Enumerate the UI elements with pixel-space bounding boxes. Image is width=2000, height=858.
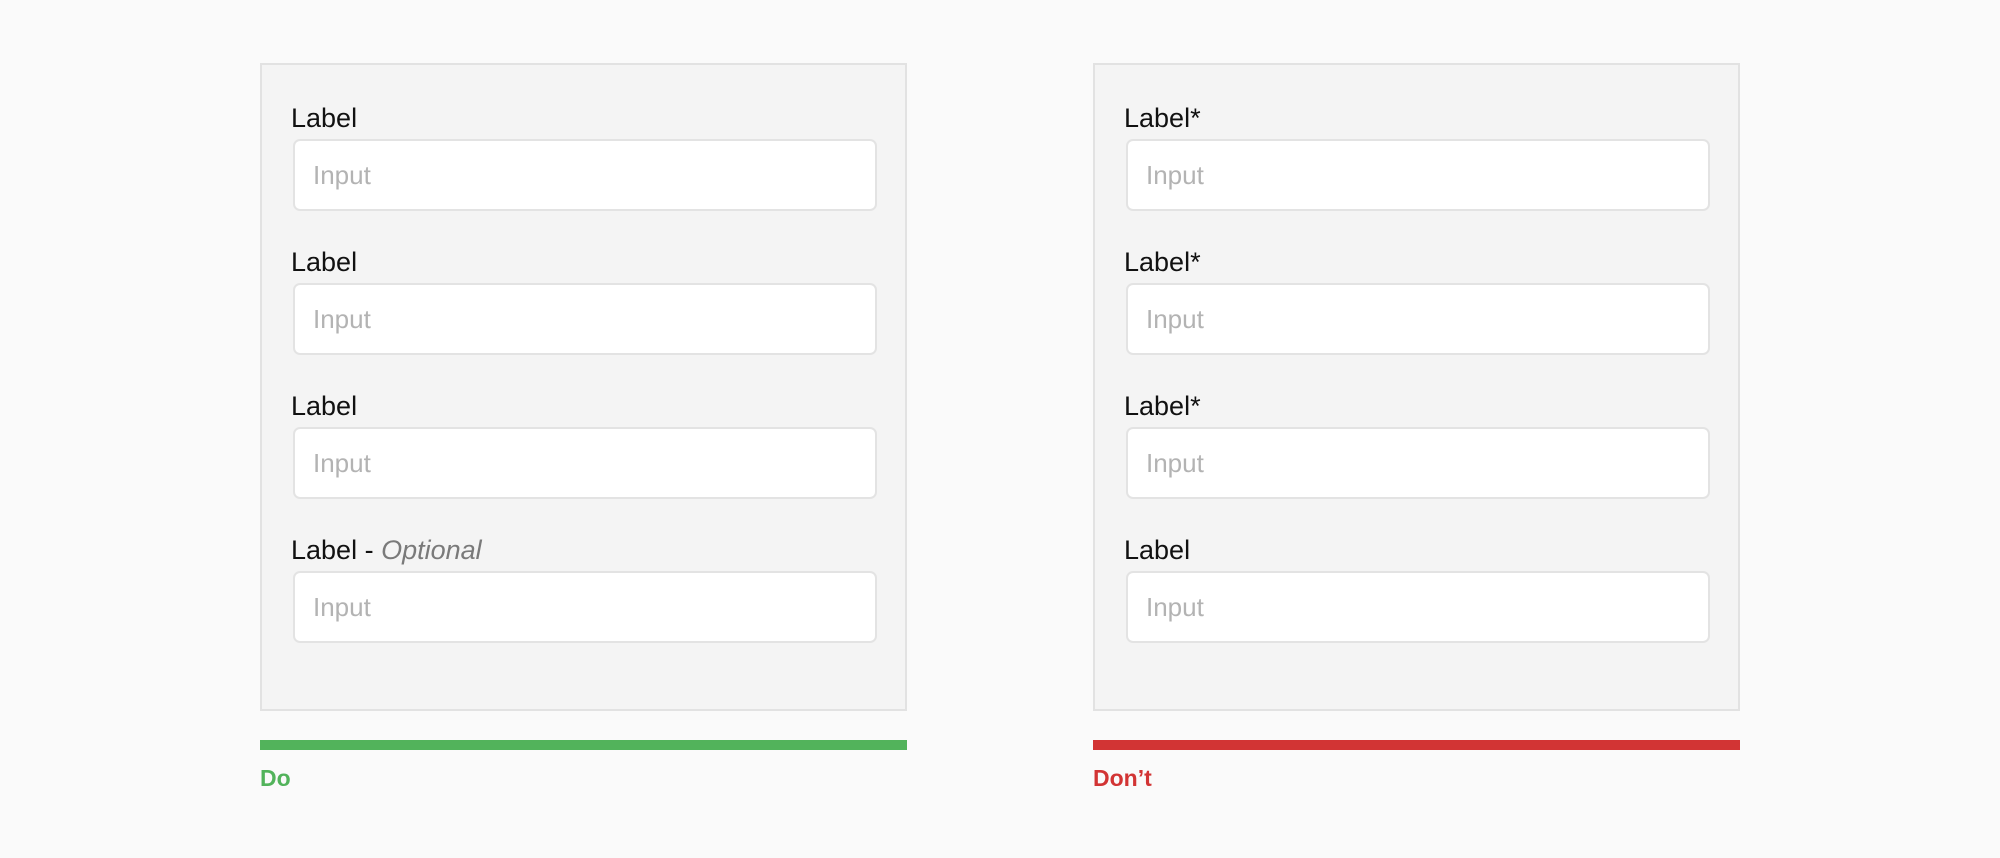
- form-field: Label: [291, 102, 877, 211]
- field-label: Label*: [1124, 247, 1201, 277]
- do-caption: Do: [260, 765, 291, 791]
- form-field: Label: [291, 390, 877, 499]
- field-label: Label: [1124, 535, 1191, 565]
- dont-example: Label* Label* Label* Label Don’t: [1093, 63, 1740, 792]
- label-separator: -: [357, 535, 382, 565]
- text-input[interactable]: [293, 139, 877, 211]
- form-field: Label: [1124, 534, 1710, 643]
- text-input[interactable]: [1126, 283, 1710, 355]
- form-field: Label: [291, 246, 877, 355]
- field-label: Label*: [1124, 391, 1201, 421]
- text-input[interactable]: [1126, 139, 1710, 211]
- dont-form-panel: Label* Label* Label* Label: [1093, 63, 1740, 711]
- form-field-required: Label*: [1124, 246, 1710, 355]
- text-input[interactable]: [1126, 571, 1710, 643]
- field-label: Label - Optional: [291, 535, 482, 565]
- field-label: Label: [291, 391, 358, 421]
- form-field-optional: Label - Optional: [291, 534, 877, 643]
- optional-marker: Optional: [381, 535, 482, 565]
- do-example: Label Label Label Label - Optional Do: [260, 63, 907, 792]
- text-input[interactable]: [1126, 427, 1710, 499]
- field-label: Label*: [1124, 103, 1201, 133]
- field-label: Label: [291, 103, 358, 133]
- text-input[interactable]: [293, 427, 877, 499]
- form-field-required: Label*: [1124, 390, 1710, 499]
- dont-caption: Don’t: [1093, 765, 1152, 791]
- form-field-required: Label*: [1124, 102, 1710, 211]
- do-form-panel: Label Label Label Label - Optional: [260, 63, 907, 711]
- text-input[interactable]: [293, 283, 877, 355]
- text-input[interactable]: [293, 571, 877, 643]
- dont-indicator-bar: [1093, 740, 1740, 750]
- do-indicator-bar: [260, 740, 907, 750]
- field-label: Label: [291, 247, 358, 277]
